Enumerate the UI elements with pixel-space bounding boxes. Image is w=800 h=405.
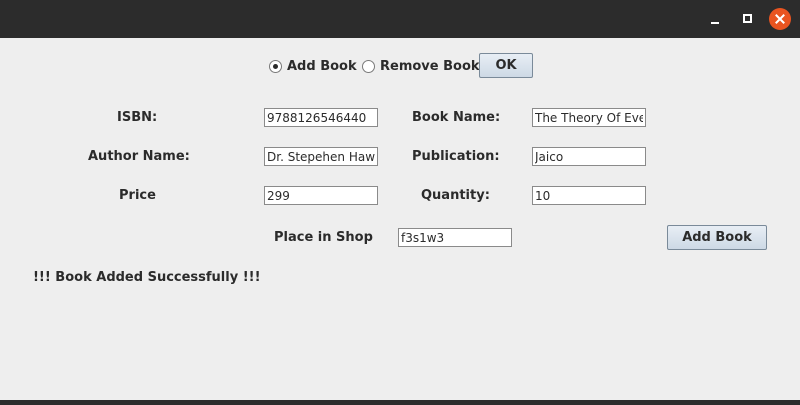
book-name-field[interactable] [532, 108, 646, 127]
radio-checked-icon[interactable] [269, 59, 282, 73]
add-book-radio-label: Add Book [287, 58, 357, 74]
isbn-label: ISBN: [117, 110, 158, 125]
bottom-border [0, 400, 800, 405]
ok-button[interactable]: OK [479, 53, 533, 78]
add-book-radio[interactable]: Add Book [269, 58, 357, 74]
close-icon[interactable] [769, 8, 791, 30]
remove-book-radio-label: Remove Book [380, 58, 480, 74]
quantity-field[interactable] [532, 186, 646, 205]
price-field[interactable] [264, 186, 378, 205]
isbn-field[interactable] [264, 108, 378, 127]
place-in-shop-field[interactable] [398, 228, 512, 247]
radio-unchecked-icon[interactable] [362, 59, 375, 73]
remove-book-radio[interactable]: Remove Book [362, 58, 480, 74]
status-message: !!! Book Added Successfully !!! [33, 270, 261, 285]
book-name-label: Book Name: [412, 110, 501, 125]
author-name-field[interactable] [264, 147, 378, 166]
publication-label: Publication: [412, 149, 500, 164]
title-bar [0, 0, 800, 38]
place-in-shop-label: Place in Shop [274, 230, 373, 245]
minimize-icon[interactable] [704, 8, 726, 30]
price-label: Price [119, 188, 156, 203]
publication-field[interactable] [532, 147, 646, 166]
maximize-icon[interactable] [737, 8, 759, 30]
quantity-label: Quantity: [421, 188, 490, 203]
author-name-label: Author Name: [88, 149, 190, 164]
add-book-button[interactable]: Add Book [667, 225, 767, 250]
